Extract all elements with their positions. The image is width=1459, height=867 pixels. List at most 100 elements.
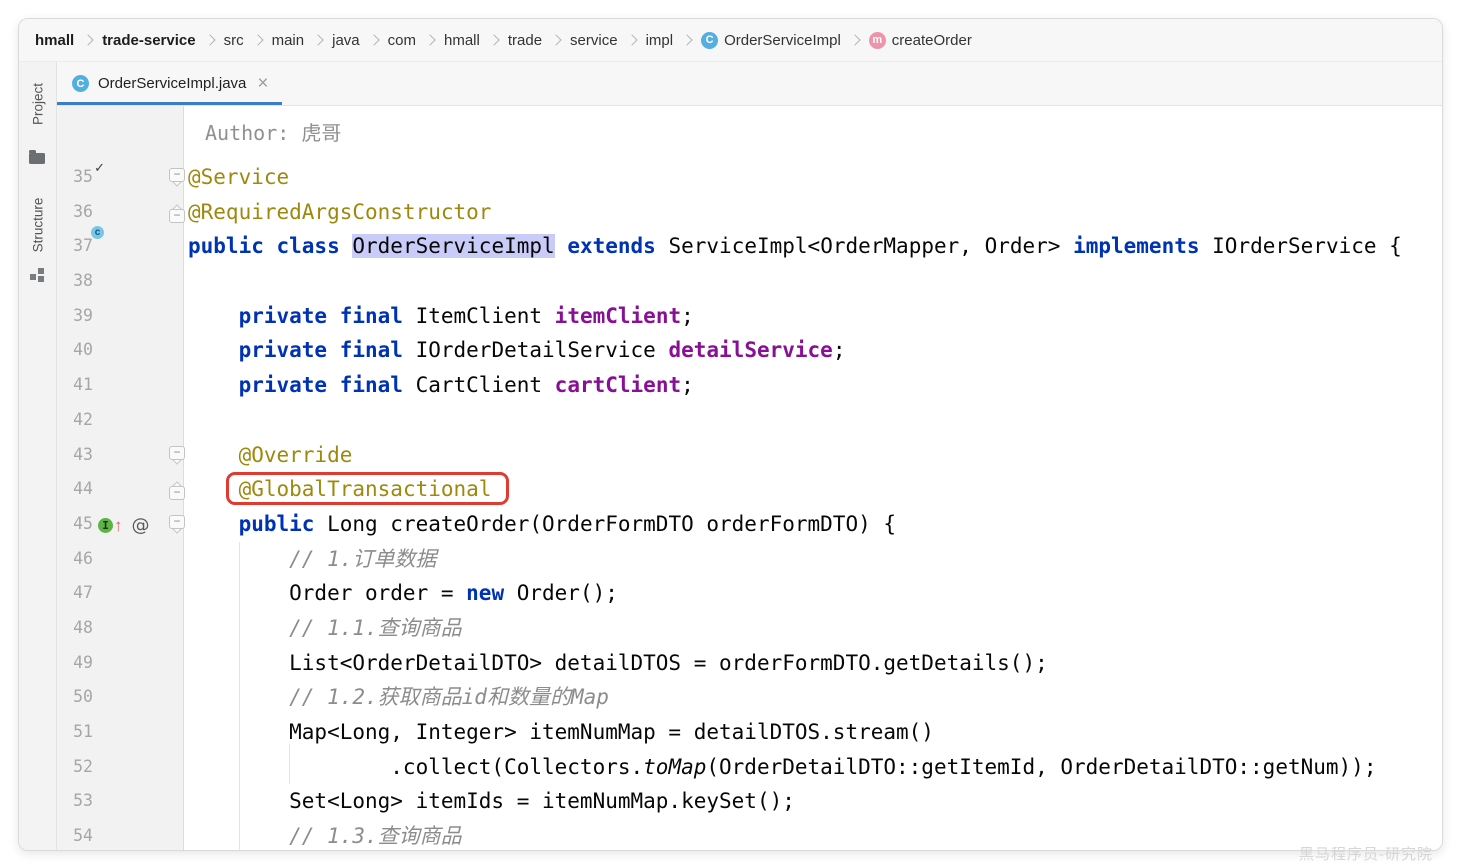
code-line[interactable]: @GlobalTransactional: [184, 472, 1442, 507]
editor-column: C OrderServiceImpl.java × 35✓−36−37c3839…: [57, 62, 1442, 850]
code-line[interactable]: public class OrderServiceImpl extends Se…: [184, 229, 1442, 264]
code-token: [188, 512, 239, 536]
spring-bean-icon[interactable]: ✓: [100, 167, 120, 187]
code-token: private final: [239, 304, 403, 328]
up-arrow-icon: ↑: [114, 517, 123, 534]
line-number: 48: [63, 611, 93, 646]
code-line[interactable]: // 1.2.获取商品id和数量的Map: [184, 680, 1442, 715]
code-line[interactable]: Order order = new Order();: [184, 576, 1442, 611]
code-line[interactable]: [184, 403, 1442, 438]
code-token: @GlobalTransactional: [239, 477, 492, 501]
sidebar-item-structure[interactable]: Structure: [30, 198, 45, 253]
breadcrumb-item[interactable]: hmall: [444, 32, 480, 49]
code-line[interactable]: Map<Long, Integer> itemNumMap = detailDT…: [184, 715, 1442, 750]
code-line[interactable]: .collect(Collectors.toMap(OrderDetailDTO…: [184, 750, 1442, 785]
code-token: new: [466, 581, 504, 605]
line-number: 44: [63, 472, 93, 507]
watermark: 黑马程序员-研究院: [1299, 843, 1433, 864]
fold-marker[interactable]: −: [169, 446, 185, 465]
gutter-line: 51: [57, 715, 183, 750]
fold-marker[interactable]: −: [169, 168, 185, 187]
breadcrumb-item[interactable]: main: [272, 32, 305, 49]
breadcrumb-item[interactable]: impl: [646, 32, 674, 49]
code-token: itemClient: [555, 304, 681, 328]
breadcrumb-separator: [550, 34, 561, 45]
gutter-line: 41: [57, 368, 183, 403]
gutter-line: 46: [57, 542, 183, 577]
breadcrumb-item[interactable]: COrderServiceImpl: [701, 32, 841, 49]
line-number: 51: [63, 715, 93, 750]
code-pane[interactable]: Author: 虎哥 @Service@RequiredArgsConstruc…: [184, 106, 1442, 850]
code-token: @Service: [188, 165, 289, 189]
breadcrumb-item[interactable]: trade: [508, 32, 542, 49]
breadcrumb-item[interactable]: java: [332, 32, 360, 49]
breadcrumb-separator: [204, 34, 215, 45]
code-token: public: [239, 512, 315, 536]
ide-body: Project Structure C OrderServiceImpl.jav…: [19, 62, 1442, 850]
breadcrumb-item[interactable]: com: [388, 32, 416, 49]
breadcrumb-separator: [626, 34, 637, 45]
code-token: [555, 234, 568, 258]
breadcrumb-separator: [252, 34, 263, 45]
gutter-line: 37c: [57, 229, 183, 264]
tab-bar: C OrderServiceImpl.java ×: [57, 62, 1442, 106]
code-token: implements: [1073, 234, 1199, 258]
code-line[interactable]: // 1.3.查询商品: [184, 819, 1442, 850]
screenshot-root: hmall trade-service src main java com hmall tra…: [0, 0, 1459, 867]
code-token: // 1.1.查询商品: [289, 616, 462, 640]
code-line[interactable]: List<OrderDetailDTO> detailDTOS = orderF…: [184, 646, 1442, 681]
gutter-line: 49: [57, 646, 183, 681]
structure-icon[interactable]: [30, 274, 36, 280]
fold-marker[interactable]: −: [169, 515, 185, 534]
folder-icon[interactable]: [29, 153, 45, 164]
line-number: 49: [63, 646, 93, 681]
tab-title: OrderServiceImpl.java: [98, 75, 246, 92]
line-number: 45: [63, 507, 93, 542]
gutter-line: 42: [57, 403, 183, 438]
code-token: OrderServiceImpl: [352, 234, 554, 258]
line-number: 35: [63, 160, 93, 195]
sidebar-item-project[interactable]: Project: [30, 83, 45, 125]
code-line[interactable]: // 1.1.查询商品: [184, 611, 1442, 646]
code-line[interactable]: private final ItemClient itemClient;: [184, 299, 1442, 334]
fold-marker[interactable]: −: [169, 480, 185, 499]
code-line[interactable]: @RequiredArgsConstructor: [184, 195, 1442, 230]
bean-class-icon: c: [91, 226, 104, 239]
code-token: CartClient: [403, 373, 555, 397]
spring-bean-icon[interactable]: c: [100, 236, 120, 256]
gutter-line: 47: [57, 576, 183, 611]
editor-area[interactable]: 35✓−36−37c383940414243−44−45I↑@−46474849…: [57, 106, 1442, 850]
code-line[interactable]: public Long createOrder(OrderFormDTO ord…: [184, 507, 1442, 542]
gutter-line: 35 ✓ −: [57, 160, 183, 195]
code-line[interactable]: @Override: [184, 438, 1442, 473]
indent-guide: [289, 744, 290, 784]
line-number: 37: [63, 229, 93, 264]
breadcrumb-item[interactable]: hmall: [35, 32, 74, 49]
line-number: 47: [63, 576, 93, 611]
code-token: public class: [188, 234, 340, 258]
code-token: ServiceImpl<OrderMapper, Order>: [656, 234, 1073, 258]
code-line[interactable]: [184, 264, 1442, 299]
tab-orderserviceimpl[interactable]: C OrderServiceImpl.java ×: [57, 62, 282, 105]
line-number: 39: [63, 299, 93, 334]
code-line[interactable]: private final CartClient cartClient;: [184, 368, 1442, 403]
code-line[interactable]: Set<Long> itemIds = itemNumMap.keySet();: [184, 784, 1442, 819]
code-token: @RequiredArgsConstructor: [188, 200, 491, 224]
fold-marker[interactable]: −: [169, 203, 185, 222]
line-number: 43: [63, 438, 93, 473]
code-line[interactable]: @Service: [184, 160, 1442, 195]
breadcrumb-item[interactable]: trade-service: [102, 32, 195, 49]
code-token: // 1.2.获取商品id和数量的Map: [289, 685, 609, 709]
code-token: toMap: [643, 755, 706, 779]
implement-method-icon[interactable]: I↑@: [98, 515, 150, 536]
breadcrumb-separator: [83, 34, 94, 45]
close-icon[interactable]: ×: [257, 74, 268, 93]
gutter-line: 53: [57, 784, 183, 819]
code-line[interactable]: private final IOrderDetailService detail…: [184, 333, 1442, 368]
breadcrumb-item[interactable]: src: [224, 32, 244, 49]
code-line[interactable]: // 1.订单数据: [184, 542, 1442, 577]
breadcrumb-item[interactable]: service: [570, 32, 618, 49]
breadcrumb-item[interactable]: mcreateOrder: [869, 32, 972, 49]
gutter-line: 54: [57, 819, 183, 851]
gutter-line: 50: [57, 680, 183, 715]
